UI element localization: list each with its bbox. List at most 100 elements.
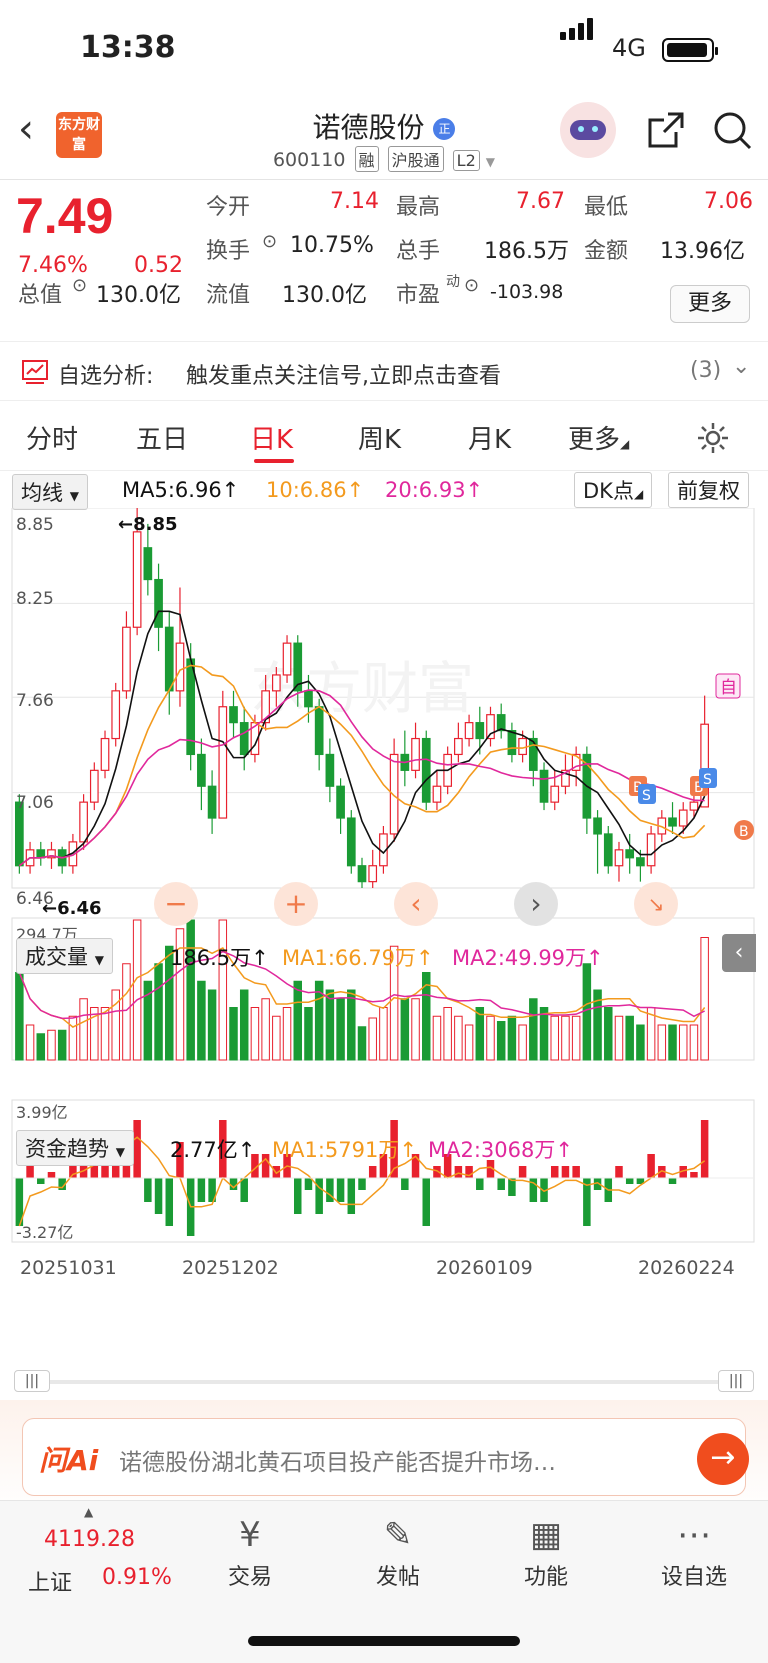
volume-bar [36,1033,46,1061]
candle-body [346,817,356,867]
volume-bar [561,1015,570,1061]
volume-total: 186.5万↑ [170,946,269,970]
fund-bar [347,1178,356,1214]
turnover-value: 10.75% [290,233,374,258]
move-right-button[interactable]: › [514,882,558,926]
fund-bar [197,1178,206,1202]
candle-body [475,722,485,740]
fund-bar [615,1166,623,1178]
tab-daily-k[interactable]: 日K [250,419,293,456]
info-icon[interactable]: ⊙ [262,231,277,252]
candle-body [229,706,238,724]
indicator-selector[interactable]: 均线 ▼ [12,474,88,510]
collapse-panel-button[interactable]: ‹ [722,934,756,972]
turnover-label: 换手 [206,239,251,264]
info-icon[interactable]: ⊙ [464,275,479,296]
ma20-value: 20:6.93↑ [385,478,484,502]
pe-value: -103.98 [490,281,564,303]
tick-label: 8.85 [16,515,54,535]
more-button[interactable]: 更多 [670,285,750,323]
tab-five-day[interactable]: 五日 [136,419,188,456]
candle-body [668,817,677,827]
range-handle-left[interactable]: ||| [14,1370,50,1392]
fund-bar [165,1178,174,1226]
total-cap-label: 总值 [18,283,63,308]
nav-trade[interactable]: ¥ 交易 [190,1511,310,1591]
volume-bar [443,1007,452,1061]
candle-body [507,729,517,756]
volume-ma1: MA1:66.79万↑ [282,946,434,970]
volume-bar [582,963,592,1061]
index-percent[interactable]: 0.91% [102,1565,172,1590]
edit-icon: ✎ [383,1515,413,1555]
volume-bar [368,1017,377,1061]
volume-bar [454,1015,463,1061]
arrow-right-icon[interactable]: → [697,1433,749,1485]
volume-bar [604,1007,613,1061]
nav-post[interactable]: ✎ 发帖 [338,1511,458,1591]
volume-bar [250,1007,260,1061]
candle-body [325,753,335,787]
volume-bar [336,998,345,1061]
fund-selector[interactable]: 资金趋势 ▼ [16,1130,134,1166]
range-scrollbar[interactable]: ||| ||| [14,1370,754,1392]
open-label: 今开 [206,195,251,220]
dropdown-icon[interactable]: ▼ [486,155,495,169]
share-icon[interactable] [646,110,686,150]
zoom-in-button[interactable]: + [274,882,318,926]
nav-add-watchlist[interactable]: ⋯ 设自选 [634,1511,754,1591]
shrink-icon[interactable]: ↘ [634,882,678,926]
index-value[interactable]: 4119.28 [44,1527,135,1552]
fund-bar [304,1178,313,1190]
move-left-button[interactable]: ‹ [394,882,438,926]
volume-bar [614,1015,624,1061]
settings-icon[interactable] [696,421,730,455]
range-handle-right[interactable]: ||| [718,1370,754,1392]
volume-bar [689,1024,699,1061]
volume-bar [475,1007,485,1061]
tab-monthly-k[interactable]: 月K [468,419,511,456]
tag-connect: 沪股通 [387,146,444,172]
volume-bar [100,1007,110,1061]
assistant-avatar-icon[interactable] [560,102,616,158]
trade-markers: B S B S 自 B [629,673,754,840]
fund-total: 2.77亿↑ [170,1138,256,1162]
ai-question-text[interactable]: 诺德股份湖北黄石项目投产能否提升市场… [119,1443,659,1477]
zoom-out-button[interactable]: − [154,882,198,926]
tick-label: 8.25 [16,589,54,609]
candle-body [100,737,110,771]
sell-marker-label: S [642,788,651,804]
fund-bar [690,1172,698,1178]
candle-body [143,547,153,581]
date-label: 20260109 [436,1257,533,1279]
volume-bar [507,1015,517,1061]
volume-header: 成交量 ▼ 186.5万↑ MA1:66.79万↑ MA2:49.99万↑ [0,936,768,974]
pe-label: 市盈 [396,283,441,308]
ai-question-bar[interactable]: 问Ai 诺德股份湖北黄石项目投产能否提升市场… → [22,1418,749,1496]
sell-marker-label: S [703,772,712,788]
search-icon[interactable] [712,110,754,152]
fund-bar [401,1178,409,1190]
stock-code: 600110 [272,149,346,171]
info-icon[interactable]: ⊙ [72,275,87,296]
tab-weekly-k[interactable]: 周K [358,419,401,456]
dk-point-selector[interactable]: DK点◢ [574,472,653,508]
candle-body [636,857,645,867]
active-tab-indicator [254,459,294,463]
index-name[interactable]: 上证 [28,1565,72,1597]
candle-body [454,737,463,756]
analysis-banner[interactable]: 自选分析: 触发重点关注信号,立即点击查看 (3) ⌄ [0,341,768,401]
candle-body [603,833,613,867]
buy-marker-label: B [739,824,749,840]
volume-bar [325,989,335,1061]
volume-bar [464,1024,474,1061]
fund-bar [668,1178,677,1184]
volume-bar [571,1015,581,1061]
adjust-selector[interactable]: 前复权 [668,472,749,508]
nav-functions[interactable]: ▦ 功能 [486,1511,606,1591]
volume-bar [411,998,420,1061]
tab-intraday[interactable]: 分时 [26,419,78,456]
volume-bar [636,1024,645,1061]
tab-more[interactable]: 更多◢ [568,419,629,456]
volume-selector[interactable]: 成交量 ▼ [16,938,113,974]
